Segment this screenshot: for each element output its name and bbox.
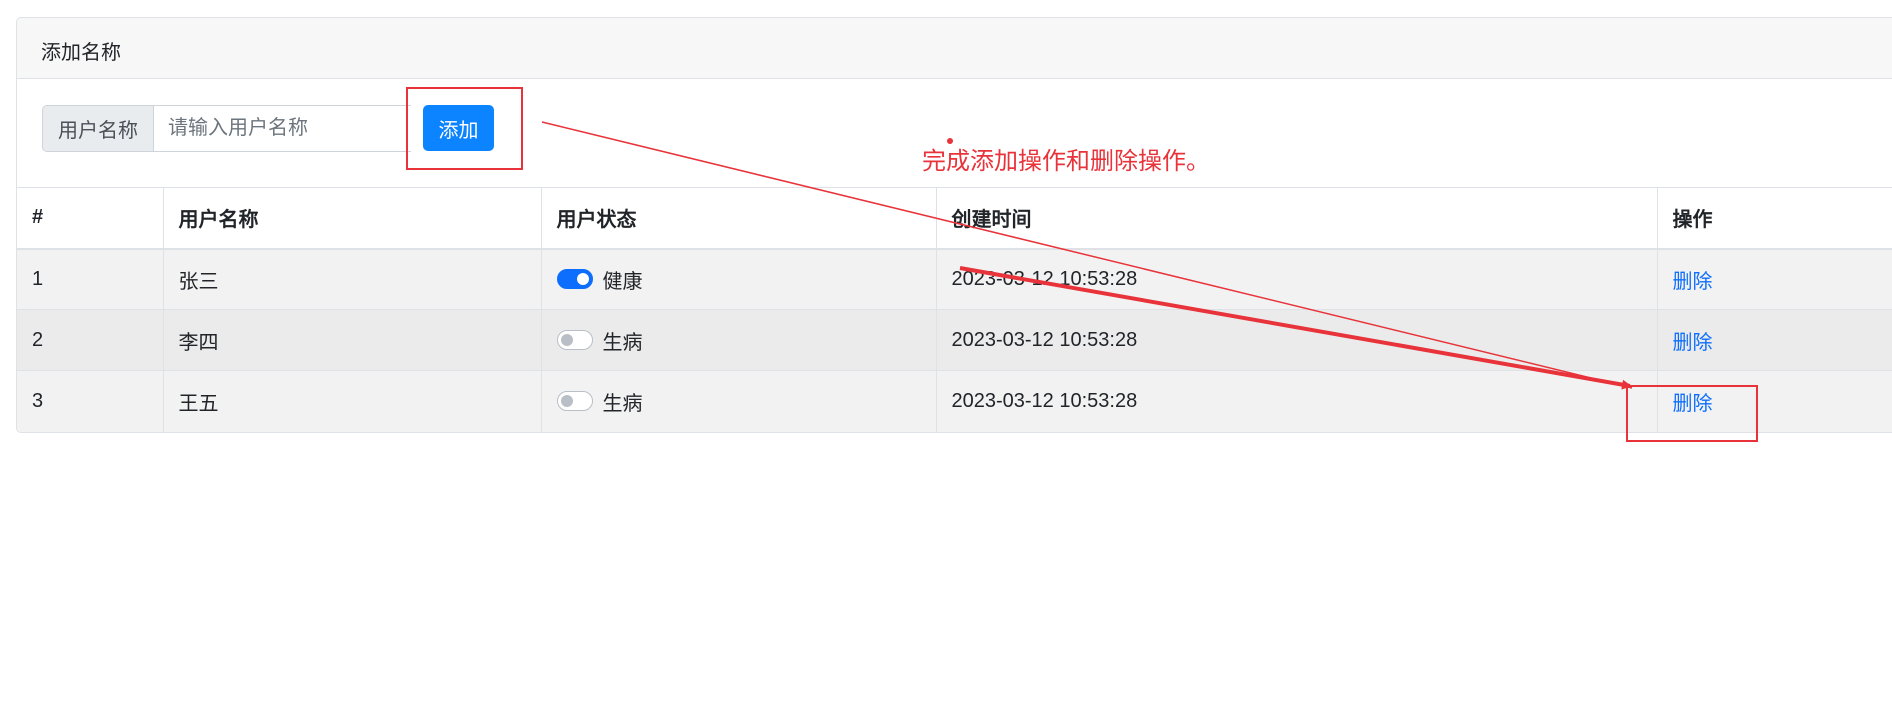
- column-header-username: 用户名称: [162, 187, 541, 250]
- table-header-row: # 用户名称 用户状态 创建时间 操作: [17, 187, 1892, 250]
- row-created-time: 2023-03-12 10:53:28: [935, 309, 1657, 371]
- status-label: 生病: [602, 392, 643, 415]
- column-header-created: 创建时间: [935, 187, 1657, 250]
- status-label: 健康: [602, 270, 643, 293]
- row-index: 3: [17, 370, 163, 432]
- table-row: 3 王五 生病 2023-03-12 10:53:28 删除: [17, 370, 1892, 432]
- row-action-cell: 删除: [1656, 248, 1892, 310]
- status-toggle[interactable]: [556, 330, 593, 350]
- card-header: 添加名称: [17, 18, 1892, 79]
- card-header-title: 添加名称: [41, 42, 121, 64]
- delete-link[interactable]: 删除: [1673, 332, 1713, 354]
- delete-link-highlight-box: [1626, 385, 1758, 442]
- toggle-knob: [576, 273, 589, 286]
- user-table: # 用户名称 用户状态 创建时间 操作 1 张三 健康 2023-03-12 1…: [17, 187, 1892, 432]
- add-name-card: 添加名称 用户名称 # 用户名称 用户状态 创建时间 操作 1 张三 健康: [16, 17, 1892, 433]
- row-index: 1: [17, 248, 163, 310]
- column-header-actions: 操作: [1656, 187, 1892, 250]
- status-toggle[interactable]: [556, 269, 593, 290]
- toggle-knob: [560, 334, 573, 346]
- username-input-group: 用户名称: [42, 105, 411, 152]
- row-created-time: 2023-03-12 10:53:28: [935, 248, 1657, 310]
- delete-link[interactable]: 删除: [1673, 271, 1713, 293]
- annotation-note: 完成添加操作和删除操作。: [922, 148, 1210, 175]
- row-status-cell: 生病: [540, 309, 936, 371]
- row-username: 李四: [162, 309, 541, 371]
- row-index: 2: [17, 309, 163, 371]
- row-created-time: 2023-03-12 10:53:28: [935, 370, 1657, 432]
- toggle-knob: [560, 395, 573, 408]
- row-username: 张三: [162, 248, 541, 310]
- status-toggle[interactable]: [556, 391, 593, 412]
- column-header-index: #: [17, 187, 163, 250]
- table-row: 2 李四 生病 2023-03-12 10:53:28 删除: [17, 309, 1892, 371]
- table-row: 1 张三 健康 2023-03-12 10:53:28 删除: [17, 248, 1892, 310]
- username-prefix-label: 用户名称: [42, 105, 153, 152]
- row-action-cell: 删除: [1656, 309, 1892, 371]
- row-username: 王五: [162, 370, 541, 432]
- add-button-highlight-box: [406, 87, 523, 170]
- row-status-cell: 健康: [540, 248, 936, 310]
- row-status-cell: 生病: [540, 370, 936, 432]
- status-label: 生病: [602, 331, 643, 354]
- username-input[interactable]: [153, 105, 411, 152]
- column-header-status: 用户状态: [540, 187, 936, 250]
